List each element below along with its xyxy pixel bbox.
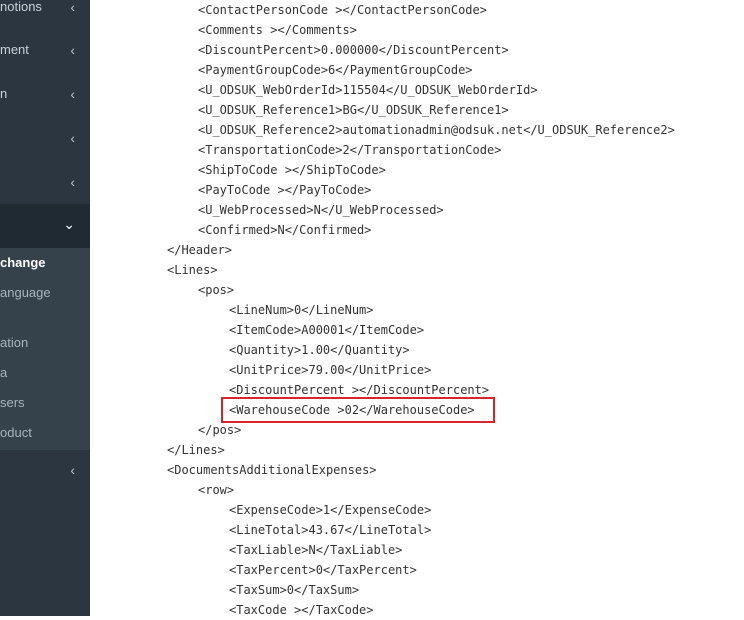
submenu-item-change[interactable]: change (0, 254, 46, 272)
xml-line: </Lines> (167, 443, 225, 457)
highlight-box (221, 397, 495, 423)
chevron-left-icon: ‹ (70, 462, 75, 478)
xml-line: <LineTotal>43.67</LineTotal> (229, 523, 432, 537)
xml-line: <pos> (198, 283, 235, 297)
xml-line: <PaymentGroupCode>6</PaymentGroupCode> (198, 63, 473, 77)
xml-line: <TaxLiable>N</TaxLiable> (229, 543, 403, 557)
sidebar-item-7[interactable]: ‹ (0, 461, 90, 505)
chevron-left-icon: ‹ (70, 86, 75, 102)
xml-line: <ContactPersonCode ></ContactPersonCode> (198, 3, 487, 17)
sidebar-item-label: n (0, 86, 8, 101)
xml-line: <ShipToCode ></ShipToCode> (198, 163, 386, 177)
chevron-left-icon: ‹ (70, 42, 75, 58)
xml-line: <U_WebProcessed>N</U_WebProcessed> (198, 203, 444, 217)
xml-line: <ItemCode>A00001</ItemCode> (229, 323, 425, 337)
sidebar-item-management[interactable]: ment ‹ (0, 41, 90, 85)
chevron-down-icon: ⌄ (63, 216, 75, 232)
xml-line: <Lines> (167, 263, 218, 277)
xml-line: <U_ODSUK_WebOrderId>115504</U_ODSUK_WebO… (198, 83, 538, 97)
xml-line: <TransportationCode>2</TransportationCod… (198, 143, 502, 157)
xml-line: <PayToCode ></PayToCode> (198, 183, 372, 197)
xml-line: <U_ODSUK_Reference2>automationadmin@odsu… (198, 123, 675, 137)
sidebar-item-label: ment (0, 42, 29, 57)
xml-line: <DocumentsAdditionalExpenses> (167, 463, 377, 477)
sidebar-item-promotions[interactable]: notions ‹ (0, 0, 90, 42)
xml-line: <Quantity>1.00</Quantity> (229, 343, 410, 357)
xml-line: <ExpenseCode>1</ExpenseCode> (229, 503, 432, 517)
submenu-item-language[interactable]: anguage (0, 284, 51, 302)
sidebar-item-4[interactable]: ‹ (0, 129, 90, 173)
submenu-item-ation[interactable]: ation (0, 334, 28, 352)
chevron-left-icon: ‹ (70, 174, 75, 190)
submenu-item-a[interactable]: a (0, 364, 7, 382)
xml-line: <TaxCode ></TaxCode> (229, 603, 374, 617)
xml-line: </pos> (198, 423, 242, 437)
sidebar: notions ‹ ment ‹ n ‹ ‹ ‹ ⌄ change anguag… (0, 0, 90, 616)
xml-line: <Confirmed>N</Confirmed> (198, 223, 372, 237)
xml-line: <row> (198, 483, 235, 497)
xml-line: <U_ODSUK_Reference1>BG</U_ODSUK_Referenc… (198, 103, 509, 117)
sidebar-submenu: change anguage ation a sers oduct (0, 248, 90, 450)
xml-line: <DiscountPercent>0.000000</DiscountPerce… (198, 43, 509, 57)
xml-line: <TaxPercent>0</TaxPercent> (229, 563, 417, 577)
submenu-item-users[interactable]: sers (0, 394, 25, 412)
sidebar-item-active[interactable]: ⌄ (0, 204, 90, 248)
submenu-item-product[interactable]: oduct (0, 424, 32, 442)
xml-document: <ContactPersonCode ></ContactPersonCode>… (90, 0, 744, 617)
xml-line: </Header> (167, 243, 233, 257)
sidebar-item-label: notions (0, 0, 42, 14)
xml-line: <Comments ></Comments> (198, 23, 357, 37)
chevron-left-icon: ‹ (70, 130, 75, 146)
xml-line: <UnitPrice>79.00</UnitPrice> (229, 363, 432, 377)
sidebar-item-3[interactable]: n ‹ (0, 85, 90, 129)
chevron-left-icon: ‹ (70, 0, 75, 15)
xml-line: <TaxSum>0</TaxSum> (229, 583, 360, 597)
xml-line: <LineNum>0</LineNum> (229, 303, 374, 317)
